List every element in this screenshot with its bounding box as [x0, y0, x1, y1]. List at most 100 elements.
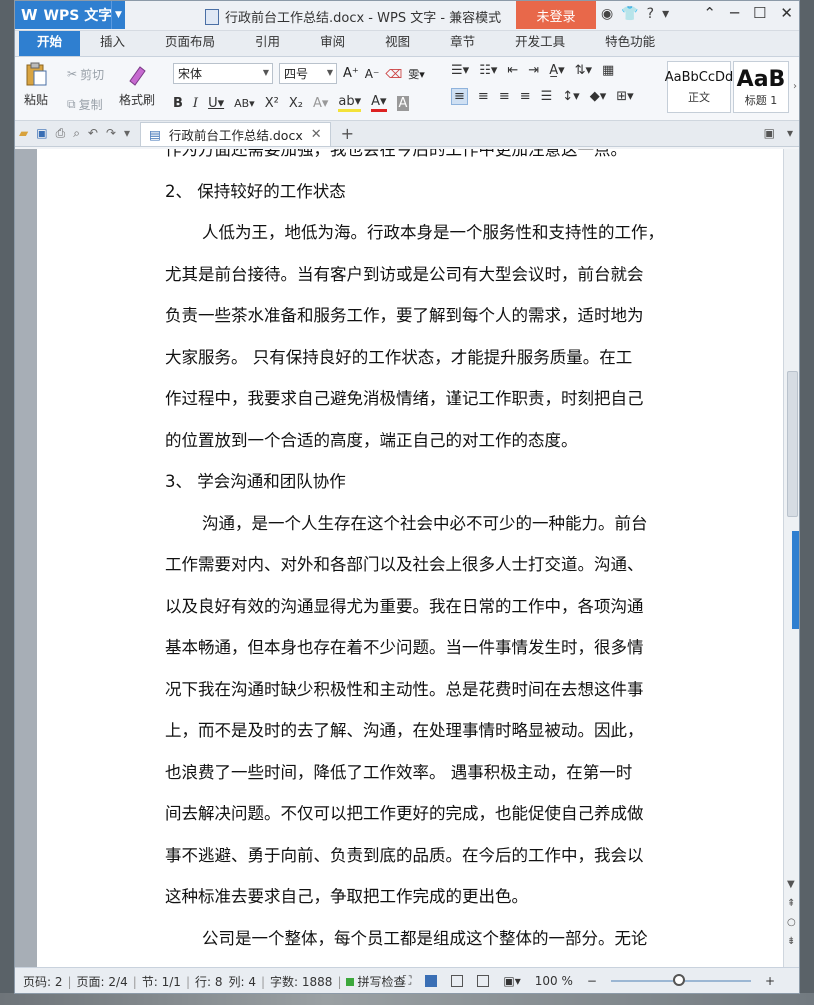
tab-insert[interactable]: 插入: [80, 31, 145, 56]
next-page-icon[interactable]: ⇟: [787, 936, 796, 947]
shading-icon[interactable]: ◆▾: [590, 89, 607, 104]
print-preview-icon[interactable]: ⌕: [73, 126, 80, 141]
sort-icon[interactable]: ⇅▾: [575, 63, 592, 78]
bold-icon[interactable]: B: [173, 96, 183, 111]
decrease-indent-icon[interactable]: ⇤: [507, 63, 518, 78]
text-effect-icon[interactable]: A▾: [313, 96, 328, 111]
grow-font-icon[interactable]: A⁺: [343, 66, 359, 81]
save-icon[interactable]: ▣: [36, 126, 47, 141]
font-size-select[interactable]: 四号 ▼: [279, 63, 337, 84]
chinese-layout-icon[interactable]: A̲▾: [549, 63, 564, 78]
status-pages[interactable]: 页面: 2/4: [77, 973, 128, 990]
document-body[interactable]: 作为方面还需要加强，我也会在今后的工作中更加注意这一点。 2、 保持较好的工作状态…: [165, 149, 710, 959]
phonetic-icon[interactable]: 雯▾: [408, 66, 425, 82]
zoom-value[interactable]: 100 %: [535, 974, 573, 988]
close-icon[interactable]: ✕: [780, 4, 793, 22]
line-spacing-icon[interactable]: ↕▾: [562, 89, 579, 104]
tab-references[interactable]: 引用: [235, 31, 300, 56]
web-view-icon[interactable]: [477, 974, 490, 987]
login-button[interactable]: 未登录: [516, 1, 596, 29]
format-painter-button[interactable]: 格式刷: [119, 61, 155, 108]
paragraph-row-1: ☰▾ ☷▾ ⇤ ⇥ A̲▾ ⇅▾ ▦: [451, 63, 634, 78]
collapse-ribbon-icon[interactable]: ⌃: [703, 4, 716, 22]
maximize-icon[interactable]: ☐: [753, 4, 766, 22]
clear-format-icon[interactable]: ⌫: [385, 67, 402, 81]
underline-icon[interactable]: U▾: [208, 96, 224, 111]
tab-chapter[interactable]: 章节: [430, 31, 495, 56]
zoom-in-icon[interactable]: +: [765, 974, 775, 988]
redo-icon[interactable]: ↷: [106, 126, 116, 141]
tab-view[interactable]: 视图: [365, 31, 430, 56]
align-left-icon[interactable]: ≡: [451, 88, 468, 105]
select-browse-icon[interactable]: ○: [787, 917, 796, 928]
font-color-icon[interactable]: A▾: [371, 94, 387, 112]
status-right: ⛶ ▣▾ 100 % − +: [403, 973, 775, 988]
copy-button[interactable]: ⧉ 复制: [67, 93, 104, 115]
style-heading-name: 标题 1: [744, 93, 778, 107]
status-column: 列: 4: [228, 975, 256, 989]
numbered-list-icon[interactable]: ☷▾: [479, 63, 497, 78]
zoom-slider-thumb[interactable]: [672, 973, 685, 986]
status-word-count[interactable]: 字数: 1888: [270, 973, 332, 990]
cut-button[interactable]: ✂ 剪切: [67, 63, 104, 85]
paste-group: 粘贴: [23, 61, 49, 108]
minimize-icon[interactable]: ─: [730, 4, 739, 22]
chevron-down-icon[interactable]: ▼: [111, 1, 125, 29]
window-mode-icon[interactable]: ▣: [764, 126, 775, 140]
spell-check-toggle[interactable]: 拼写检查: [346, 973, 406, 990]
strikethrough-icon[interactable]: AB▾: [234, 97, 255, 110]
document-line: 作为方面还需要加强，我也会在今后的工作中更加注意这一点。: [165, 149, 627, 159]
document-tab[interactable]: ▤ 行政前台工作总结.docx ✕: [140, 121, 331, 146]
justify-icon[interactable]: ≡: [520, 89, 531, 104]
chevron-down-icon[interactable]: ▾: [662, 6, 669, 22]
open-folder-icon[interactable]: ▰: [19, 126, 28, 141]
window-title-text: 行政前台工作总结.docx - WPS 文字 - 兼容模式: [225, 11, 502, 26]
undo-icon[interactable]: ↶: [88, 126, 98, 141]
font-name-select[interactable]: 宋体 ▼: [173, 63, 273, 84]
align-right-icon[interactable]: ≡: [499, 89, 510, 104]
tab-page-layout[interactable]: 页面布局: [145, 31, 235, 56]
outline-view-icon[interactable]: [451, 974, 464, 987]
status-page-code[interactable]: 页码: 2: [23, 973, 63, 990]
focus-mode-icon[interactable]: ⛶: [403, 973, 411, 988]
close-icon[interactable]: ✕: [311, 127, 322, 142]
new-tab-icon[interactable]: +: [341, 124, 354, 143]
increase-indent-icon[interactable]: ⇥: [528, 63, 539, 78]
tab-developer[interactable]: 开发工具: [495, 31, 585, 56]
shrink-font-icon[interactable]: A⁻: [365, 67, 380, 81]
tab-special[interactable]: 特色功能: [585, 31, 675, 56]
prev-page-icon[interactable]: ⇞: [787, 898, 796, 909]
tab-review[interactable]: 审阅: [300, 31, 365, 56]
distributed-icon[interactable]: ☰: [541, 89, 553, 104]
tab-options-icon[interactable]: ▾: [787, 126, 793, 140]
align-center-icon[interactable]: ≡: [478, 89, 489, 104]
zoom-out-icon[interactable]: −: [587, 974, 597, 988]
subscript-icon[interactable]: X₂: [289, 96, 303, 111]
paste-button[interactable]: 粘贴: [23, 61, 49, 108]
char-shading-icon[interactable]: A: [396, 95, 410, 111]
superscript-icon[interactable]: X²: [265, 96, 279, 111]
document-page[interactable]: 作为方面还需要加强，我也会在今后的工作中更加注意这一点。 2、 保持较好的工作状态…: [37, 149, 789, 967]
italic-icon[interactable]: I: [193, 96, 198, 111]
page-view-icon[interactable]: [425, 974, 438, 987]
highlight-icon[interactable]: ab▾: [338, 94, 362, 112]
reading-view-icon[interactable]: ▣▾: [503, 974, 520, 988]
style-heading-1[interactable]: AaB 标题 1: [733, 61, 789, 113]
customize-qa-icon[interactable]: ▾: [124, 126, 130, 141]
style-normal[interactable]: AaBbCcDd 正文: [665, 61, 733, 113]
border-icon[interactable]: ⊞▾: [616, 89, 633, 104]
zoom-slider[interactable]: [610, 973, 751, 986]
vertical-scroll-thumb[interactable]: [787, 371, 798, 517]
feedback-icon[interactable]: ◉: [601, 6, 613, 22]
side-panel-handle[interactable]: [792, 531, 799, 629]
table-icon[interactable]: ▦: [602, 63, 614, 78]
scroll-down-icon[interactable]: ▼: [787, 879, 796, 890]
document-area: 作为方面还需要加强，我也会在今后的工作中更加注意这一点。 2、 保持较好的工作状态…: [15, 149, 799, 967]
wps-logo-icon: W: [21, 6, 38, 24]
bullet-list-icon[interactable]: ☰▾: [451, 63, 469, 78]
help-icon[interactable]: ?: [647, 6, 654, 22]
app-menu-button[interactable]: W WPS 文字 ▼: [15, 1, 125, 29]
styles-scroll-icon[interactable]: ›: [793, 81, 797, 92]
print-icon[interactable]: ⎙: [56, 126, 66, 141]
skin-icon[interactable]: 👕: [621, 6, 638, 22]
